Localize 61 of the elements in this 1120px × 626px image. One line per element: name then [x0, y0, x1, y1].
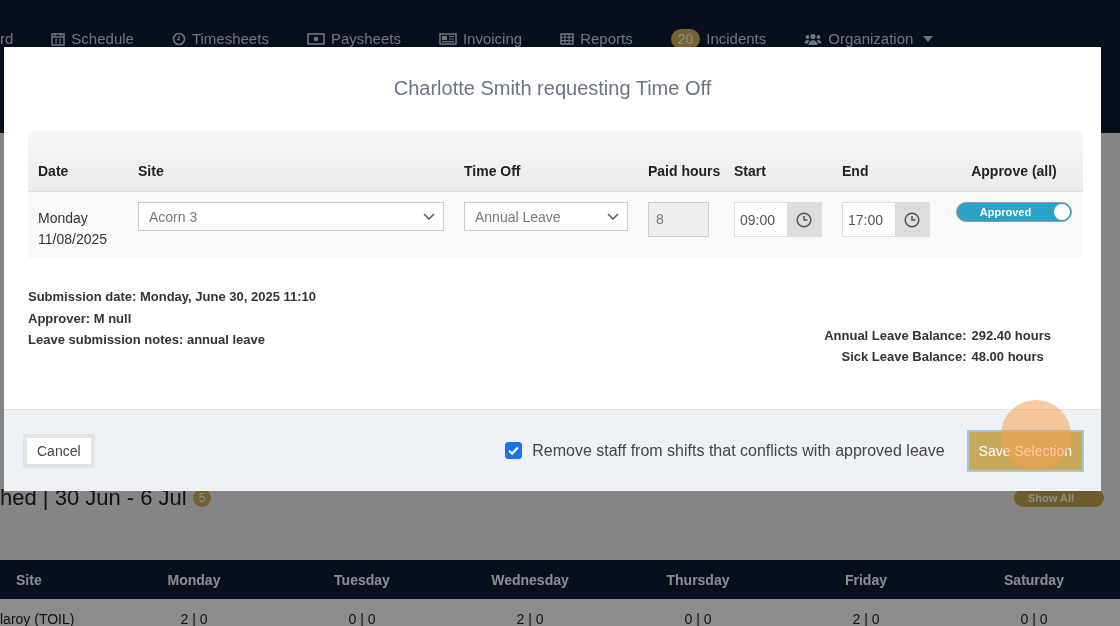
- calendar-icon: [51, 31, 66, 46]
- table-icon: [560, 31, 575, 46]
- end-time-field[interactable]: 17:00: [842, 202, 930, 237]
- balance-label: Sick Leave Balance:: [840, 349, 967, 364]
- start-time-field[interactable]: 09:00: [734, 202, 822, 237]
- column-header: Date: [37, 163, 70, 179]
- detail-text: Submission date: Monday, June 30, 2025 11:10: [28, 288, 317, 306]
- table-cell-text: 0 | 0: [1019, 611, 1049, 626]
- date-text: 11/08/2025: [38, 230, 109, 249]
- nav-link[interactable]: Incidents: [706, 30, 767, 47]
- weekday-text: Monday: [38, 209, 89, 228]
- column-header: Paid hours: [648, 163, 722, 179]
- caret-icon[interactable]: [923, 35, 934, 42]
- nav-link[interactable]: Reports: [580, 30, 633, 47]
- column-header: Approve (all): [970, 163, 1058, 179]
- table-cell-text: laroy (TOIL): [0, 611, 76, 626]
- clock-icon: [796, 211, 812, 228]
- column-header: Wednesday: [490, 571, 570, 588]
- column-header: Monday: [166, 571, 222, 588]
- banknote-icon: [306, 31, 325, 46]
- detail-text: Leave submission notes: annual leave: [28, 331, 266, 349]
- approve-switch[interactable]: Approved: [956, 202, 1072, 222]
- balance-value: 292.40 hours: [971, 328, 1051, 343]
- column-header: End: [842, 163, 870, 179]
- checkbox-label: Remove staff from shifts that conflicts with approved leave: [532, 441, 945, 460]
- nav-link[interactable]: Organization: [828, 30, 914, 47]
- paid-hours-field[interactable]: 8: [648, 202, 709, 237]
- site-dropdown[interactable]: Acorn 3: [138, 202, 444, 231]
- nav-link[interactable]: Paysheets: [330, 30, 401, 47]
- newspaper-icon: [438, 31, 457, 46]
- detail-text: Approver: M null: [28, 309, 133, 328]
- nav-link[interactable]: rd: [0, 30, 14, 47]
- column-header: Time Off: [464, 163, 522, 179]
- clock-icon: [171, 31, 186, 46]
- dialog-title: Charlotte Smith requesting Time Off: [392, 77, 713, 101]
- column-header: Friday: [844, 571, 888, 588]
- table-cell-text: 2 | 0: [851, 611, 881, 626]
- table-cell-text: 0 | 0: [683, 611, 713, 626]
- chevron-down-icon: [423, 213, 435, 220]
- save-selection-button[interactable]: Save Selection: [966, 429, 1084, 472]
- users-icon: [804, 31, 823, 46]
- column-header: Site: [138, 163, 165, 179]
- clock-icon: [904, 211, 920, 228]
- table-cell-text: 0 | 0: [347, 611, 377, 626]
- count-badge: 20: [670, 28, 701, 49]
- nav-link[interactable]: Timesheets: [191, 30, 269, 47]
- nav-link[interactable]: Schedule: [71, 30, 134, 47]
- table-cell-text: 2 | 0: [515, 611, 545, 626]
- column-header: Thursday: [665, 571, 731, 588]
- column-header: Site: [15, 571, 43, 588]
- column-header: Saturday: [1003, 571, 1065, 588]
- chevron-down-icon: [607, 213, 619, 220]
- balance-value: 48.00 hours: [971, 349, 1045, 364]
- table-cell-text: 2 | 0: [179, 611, 209, 626]
- checkbox[interactable]: [505, 442, 523, 459]
- cancel-button[interactable]: Cancel: [23, 433, 95, 468]
- balance-label: Annual Leave Balance:: [824, 328, 967, 343]
- column-header: Tuesday: [333, 571, 391, 588]
- time-off-dropdown[interactable]: Annual Leave: [464, 202, 628, 231]
- column-header: Start: [734, 163, 767, 179]
- nav-link[interactable]: Invoicing: [462, 30, 523, 47]
